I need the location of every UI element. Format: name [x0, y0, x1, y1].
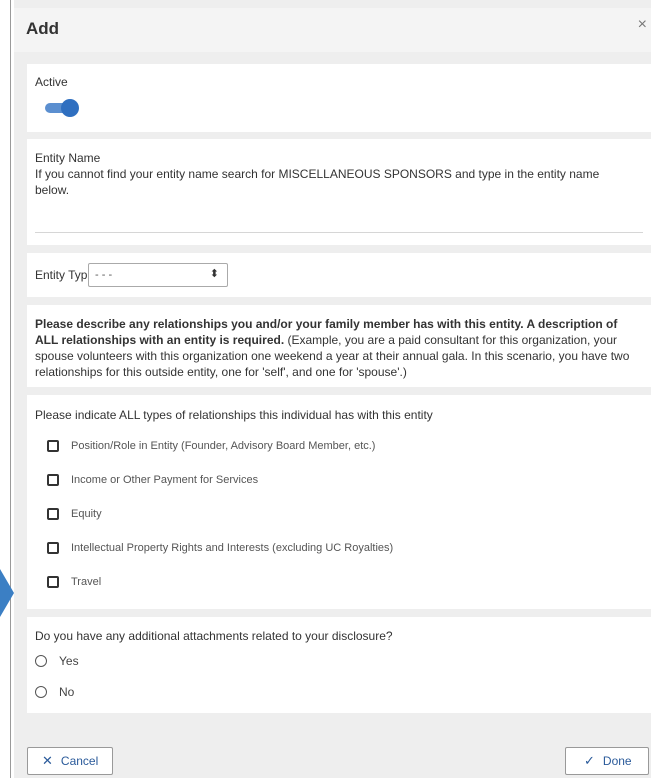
done-button-label: Done: [602, 754, 632, 768]
close-icon: ✕: [42, 753, 53, 768]
checkbox-row-travel[interactable]: Travel: [47, 574, 101, 590]
radio-yes[interactable]: [35, 655, 47, 667]
entity-type-select[interactable]: - - - ⬍: [88, 263, 228, 287]
checkbox-row-income[interactable]: Income or Other Payment for Services: [47, 472, 258, 488]
entity-name-help: If you cannot find your entity name sear…: [35, 167, 600, 197]
active-label: Active: [35, 75, 68, 89]
checkbox-position-role[interactable]: [47, 440, 59, 452]
checkbox-label: Income or Other Payment for Services: [71, 474, 259, 486]
checkbox-row-intellectual-property[interactable]: Intellectual Property Rights and Interes…: [47, 540, 393, 556]
entity-type-section: Entity Type - - - ⬍: [27, 253, 651, 297]
radio-row-no[interactable]: No: [35, 684, 74, 700]
select-arrow-icon: ⬍: [209, 268, 219, 280]
checkbox-row-position-role[interactable]: Position/Role in Entity (Founder, Adviso…: [47, 438, 375, 454]
relationship-types-section: Please indicate ALL types of relationshi…: [27, 395, 651, 609]
radio-label-yes: Yes: [59, 654, 79, 668]
radio-no[interactable]: [35, 686, 47, 698]
done-button[interactable]: ✓ Done: [565, 747, 649, 775]
modal-header: Add ×: [14, 8, 651, 52]
pointer-arrow: [0, 569, 14, 617]
active-toggle[interactable]: [39, 97, 79, 119]
left-edge-line: [10, 0, 11, 778]
entity-name-input[interactable]: [35, 209, 643, 231]
modal-title: Add: [26, 19, 60, 38]
attachments-question: Do you have any additional attachments r…: [35, 629, 393, 643]
checkbox-label: Position/Role in Entity (Founder, Adviso…: [71, 440, 376, 452]
attachments-section: Do you have any additional attachments r…: [27, 617, 651, 713]
cancel-button-label: Cancel: [60, 754, 99, 768]
checkbox-equity[interactable]: [47, 508, 59, 520]
cancel-button[interactable]: ✕ Cancel: [27, 747, 113, 775]
checkbox-intellectual-property[interactable]: [47, 542, 59, 554]
close-icon[interactable]: ×: [638, 16, 647, 34]
checkbox-label: Equity: [71, 508, 102, 520]
checkbox-travel[interactable]: [47, 576, 59, 588]
entity-type-value: - - -: [95, 269, 113, 281]
checkbox-label: Intellectual Property Rights and Interes…: [71, 542, 394, 554]
active-section: Active: [27, 64, 651, 132]
entity-name-section: Entity Name If you cannot find your enti…: [27, 139, 651, 245]
entity-name-underline: [35, 232, 643, 233]
checkbox-income[interactable]: [47, 474, 59, 486]
radio-label-no: No: [59, 685, 75, 699]
entity-name-label: Entity Name: [35, 151, 101, 165]
relationship-description: Please describe any relationships you an…: [35, 316, 639, 380]
entity-type-label: Entity Type: [35, 268, 95, 282]
checkbox-label: Travel: [71, 576, 102, 588]
toggle-knob: [61, 99, 79, 117]
radio-row-yes[interactable]: Yes: [35, 653, 79, 669]
checkbox-row-equity[interactable]: Equity: [47, 506, 102, 522]
add-modal: Add × Active Entity Name If you cannot f…: [14, 0, 651, 778]
relationship-description-section: Please describe any relationships you an…: [27, 305, 651, 387]
relationship-types-label: Please indicate ALL types of relationshi…: [35, 408, 433, 422]
check-icon: ✓: [584, 753, 595, 768]
